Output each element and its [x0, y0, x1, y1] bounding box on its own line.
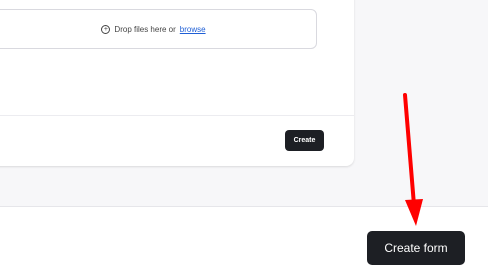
create-button[interactable]: Create — [285, 130, 324, 151]
create-form-button[interactable]: Create form — [367, 231, 465, 265]
panel-divider — [0, 115, 354, 116]
dropzone-text: Drop files here or — [114, 24, 176, 34]
browse-link[interactable]: browse — [180, 25, 206, 34]
file-dropzone[interactable]: + Drop files here or browse — [0, 9, 317, 49]
form-panel: + Drop files here or browse Create — [0, 0, 354, 166]
plus-circle-icon: + — [101, 24, 111, 34]
